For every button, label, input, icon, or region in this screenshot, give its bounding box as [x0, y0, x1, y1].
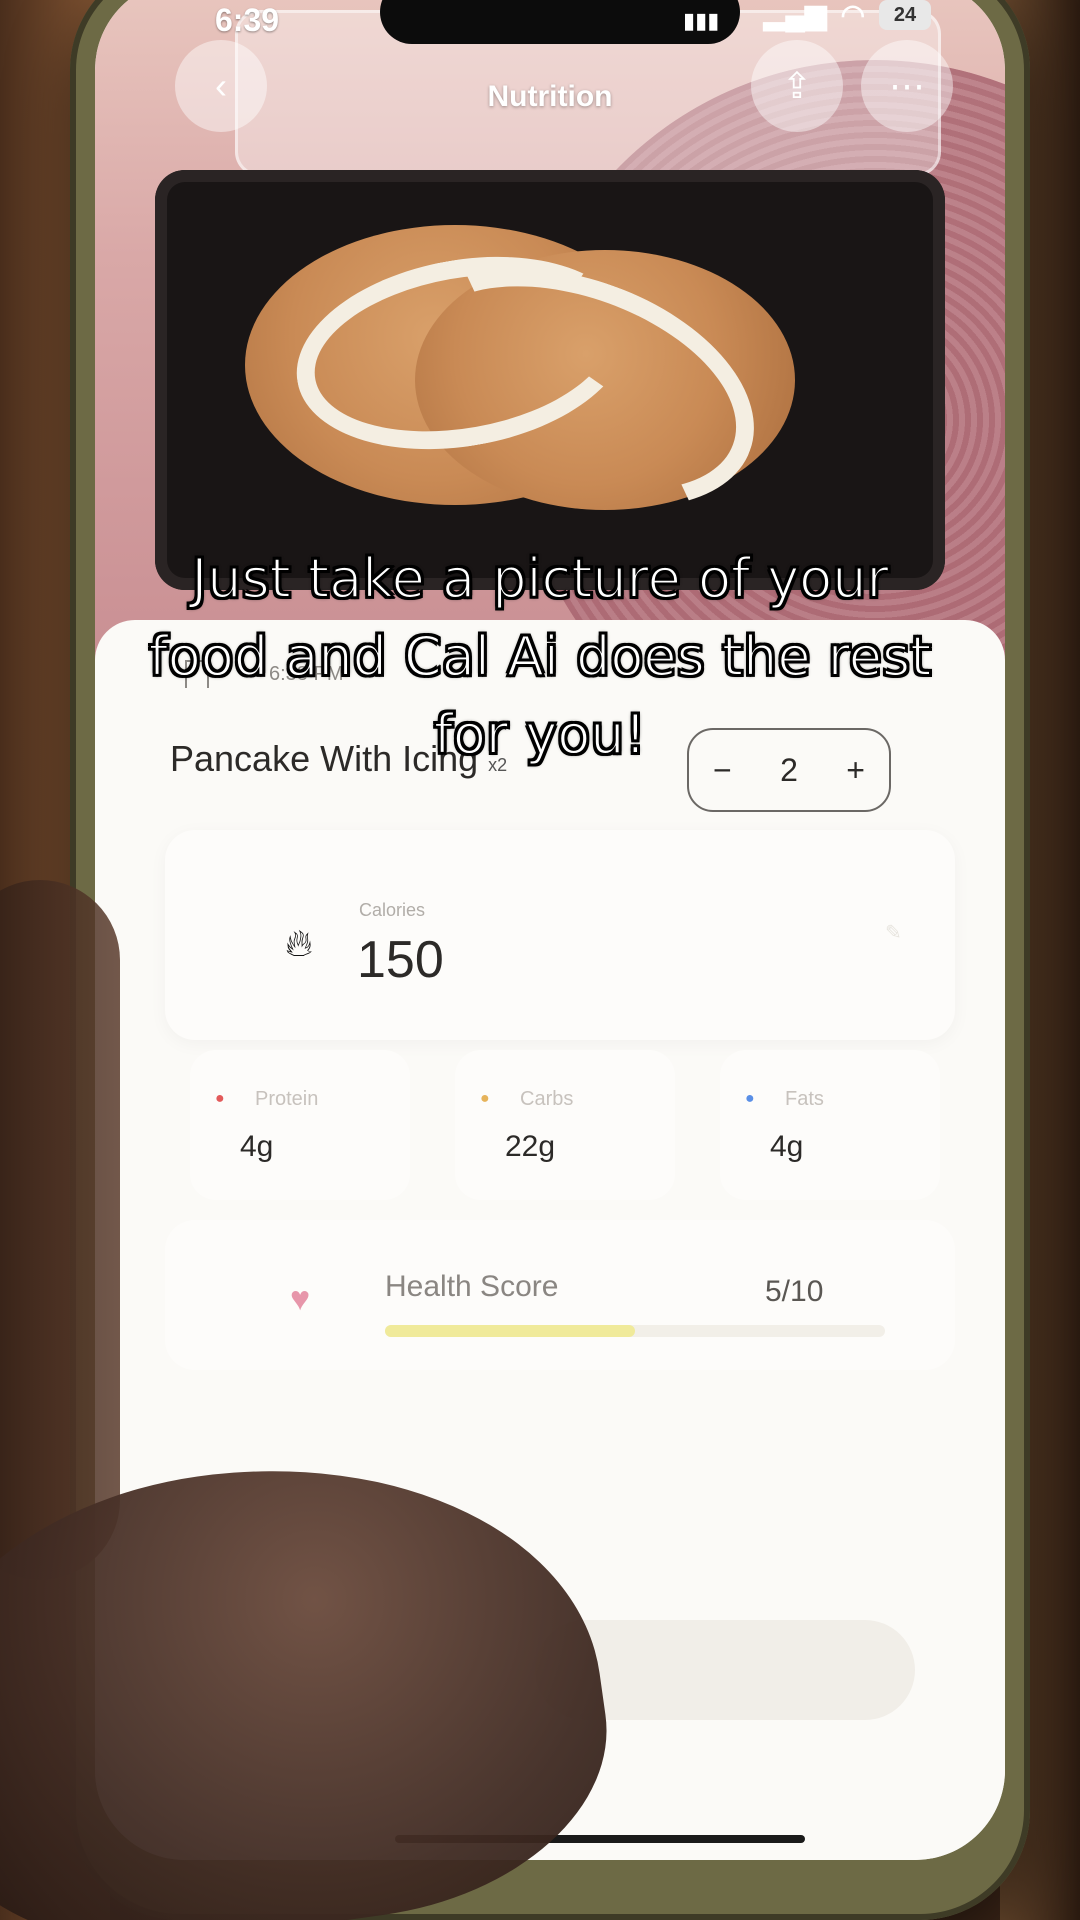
battery-icon: 24	[879, 0, 931, 30]
health-score-value: 5/10	[765, 1275, 824, 1308]
video-caption: Just take a picture of your food and Cal…	[60, 540, 1020, 774]
edit-icon[interactable]: ✎	[885, 920, 902, 945]
flame-icon: 🔥︎	[285, 923, 313, 965]
protein-value: 4g	[240, 1130, 274, 1163]
carbs-card[interactable]: ● Carbs 22g	[455, 1050, 675, 1200]
health-score-card: ♥ Health Score 5/10	[165, 1220, 955, 1370]
more-icon: ⋯	[889, 65, 925, 106]
protein-label: Protein	[255, 1088, 319, 1110]
protein-icon: ●	[215, 1090, 225, 1107]
calories-value: 150	[357, 931, 444, 989]
video-frame: 6:39 ▮▮▮ ▂▄▆ ◠ 24 ‹ Nutrition ⇪ ⋯ 6:38 P…	[0, 0, 1080, 1920]
calorie-card[interactable]: 🔥︎ Calories 150 ✎	[165, 830, 955, 1040]
hand	[0, 880, 120, 1580]
audio-wave-icon: ▮▮▮	[683, 8, 720, 33]
heart-icon: ♥	[290, 1280, 311, 1318]
caption-line: Just take a picture of your	[190, 546, 889, 611]
caption-line: for you!	[433, 702, 647, 767]
wifi-icon: ◠	[840, 0, 865, 30]
more-button[interactable]: ⋯	[861, 40, 953, 132]
share-button[interactable]: ⇪	[751, 40, 843, 132]
status-icons: ▂▄▆ ◠ 24	[764, 0, 931, 31]
fats-label: Fats	[785, 1088, 824, 1110]
health-score-fill	[385, 1325, 635, 1337]
carbs-label: Carbs	[520, 1088, 574, 1110]
calories-label: Calories	[359, 900, 426, 920]
status-time: 6:39	[215, 2, 280, 38]
fats-card[interactable]: ● Fats 4g	[720, 1050, 940, 1200]
health-score-label: Health Score	[385, 1270, 559, 1303]
fats-value: 4g	[770, 1130, 804, 1163]
caption-line: food and Cal Ai does the rest	[148, 624, 933, 689]
protein-card[interactable]: ● Protein 4g	[190, 1050, 410, 1200]
carbs-value: 22g	[505, 1130, 556, 1163]
health-score-bar	[385, 1325, 885, 1337]
carbs-icon: ●	[480, 1090, 490, 1107]
fats-icon: ●	[745, 1090, 755, 1107]
share-icon: ⇪	[781, 65, 813, 106]
signal-icon: ▂▄▆	[763, 0, 827, 30]
